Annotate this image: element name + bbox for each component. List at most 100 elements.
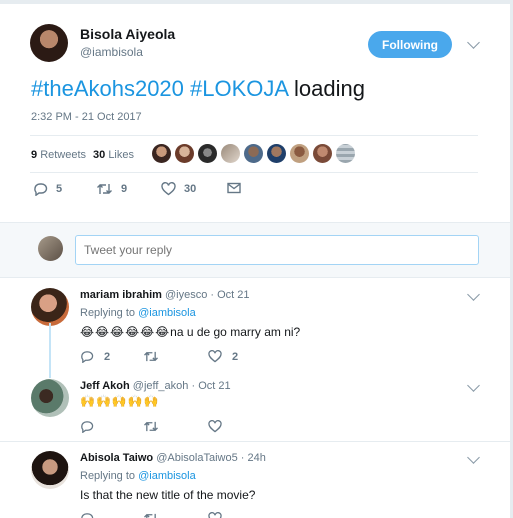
retweet-icon	[144, 513, 156, 518]
like-button[interactable]	[208, 420, 222, 433]
like-button[interactable]: 2	[208, 350, 238, 363]
retweet-button[interactable]	[143, 350, 159, 363]
chevron-down-icon[interactable]	[467, 451, 480, 464]
following-button[interactable]: Following	[368, 31, 452, 58]
reply-count: 5	[56, 183, 63, 195]
like-button[interactable]	[208, 512, 222, 518]
reply-count: 2	[104, 350, 111, 363]
replying-to-link[interactable]: @iambisola	[138, 307, 196, 319]
reply-author-handle[interactable]: @AbisolaTaiwo5	[156, 452, 238, 464]
reply-actions	[80, 512, 280, 518]
tweet-text: #theAkohs2020 #LOKOJA loading	[31, 76, 365, 102]
like-count: 2	[232, 350, 239, 363]
direct-message-button[interactable]	[227, 182, 241, 194]
avatar[interactable]	[290, 144, 309, 163]
likes-stat[interactable]: 30 Likes	[93, 149, 134, 161]
reply-author-name[interactable]: mariam ibrahim	[80, 289, 162, 301]
author-name[interactable]: Bisola Aiyeola	[80, 26, 175, 42]
like-count: 30	[184, 183, 197, 195]
reply-input[interactable]	[75, 235, 479, 265]
avatar[interactable]	[198, 144, 217, 163]
avatar[interactable]	[175, 144, 194, 163]
retweet-icon	[97, 184, 112, 194]
replying-to-prefix: Replying to	[80, 307, 136, 319]
reply-text-body: na u de go marry am ni?	[170, 325, 301, 339]
reply-button[interactable]	[80, 420, 94, 433]
hashtag-link[interactable]: #LOKOJA	[190, 76, 288, 101]
tweet-stats: 9 Retweets 30 Likes	[30, 135, 478, 173]
avatar[interactable]	[30, 24, 68, 62]
main-tweet: Bisola Aiyeola @iambisola Following #the…	[0, 0, 510, 223]
reply-button[interactable]	[80, 512, 94, 518]
like-button[interactable]: 30	[161, 182, 196, 196]
reply-text-body: Is that the new title of the movie?	[80, 488, 256, 502]
replying-to-link[interactable]: @iambisola	[138, 470, 196, 482]
likes-label: Likes	[108, 149, 134, 161]
replying-to-prefix: Replying to	[80, 470, 136, 482]
reply-actions: 2 2	[80, 350, 280, 366]
reply-header: mariam ibrahim @iyesco · Oct 21	[80, 289, 250, 301]
replying-to: Replying to @iambisola	[80, 470, 196, 482]
reply-date[interactable]: Oct 21	[217, 289, 249, 301]
envelope-icon	[227, 182, 241, 194]
reply-author-handle[interactable]: @iyesco	[165, 289, 207, 301]
retweets-label: Retweets	[40, 149, 87, 161]
retweet-icon	[144, 421, 158, 432]
reply-text: 🙌🙌🙌🙌🙌	[80, 394, 160, 408]
heart-icon	[208, 512, 222, 518]
chevron-down-icon[interactable]	[467, 379, 480, 392]
reply-header: Jeff Akoh @jeff_akoh · Oct 21	[80, 380, 231, 392]
reply-composer	[0, 223, 510, 278]
reply-icon	[81, 513, 94, 518]
retweet-button[interactable]	[143, 512, 159, 518]
retweet-button[interactable]	[143, 420, 159, 433]
reply-date[interactable]: Oct 21	[198, 380, 230, 392]
avatar[interactable]	[267, 144, 286, 163]
reply-author-name[interactable]: Abisola Taiwo	[80, 452, 153, 464]
heart-icon	[161, 182, 176, 196]
reply-tweet[interactable]: Jeff Akoh @jeff_akoh · Oct 21 🙌🙌🙌🙌🙌	[0, 370, 510, 442]
reply-text: Is that the new title of the movie?	[80, 488, 255, 502]
reply-icon	[81, 351, 94, 363]
tweet-actions: 5 9 30	[30, 182, 270, 200]
avatar[interactable]	[31, 451, 69, 489]
reply-emoji: 🙌🙌🙌🙌🙌	[80, 394, 160, 408]
reply-tweet[interactable]: Abisola Taiwo @AbisolaTaiwo5 · 24h Reply…	[0, 442, 510, 518]
author-handle[interactable]: @iambisola	[80, 45, 143, 59]
reply-header: Abisola Taiwo @AbisolaTaiwo5 · 24h	[80, 452, 266, 464]
timestamp[interactable]: 2:32 PM - 21 Oct 2017	[31, 111, 142, 123]
reply-author-name[interactable]: Jeff Akoh	[80, 380, 130, 392]
reply-author-handle[interactable]: @jeff_akoh	[133, 380, 189, 392]
reply-icon	[34, 183, 48, 196]
hashtag-link[interactable]: #theAkohs2020	[31, 76, 184, 101]
reply-actions	[80, 420, 280, 436]
reply-button[interactable]: 5	[33, 182, 62, 196]
chevron-down-icon[interactable]	[467, 288, 480, 301]
retweet-count: 9	[121, 183, 128, 195]
replying-to: Replying to @iambisola	[80, 307, 196, 319]
likes-count: 30	[93, 149, 106, 161]
avatar[interactable]	[152, 144, 171, 163]
avatar[interactable]	[31, 379, 69, 417]
avatar[interactable]	[336, 144, 355, 163]
likers-avatars	[152, 144, 355, 163]
retweet-button[interactable]: 9	[96, 182, 127, 196]
avatar[interactable]	[31, 288, 69, 326]
avatar	[38, 236, 63, 261]
chevron-down-icon[interactable]	[467, 36, 480, 49]
tweet-text-rest: loading	[294, 76, 365, 101]
reply-tweet[interactable]: mariam ibrahim @iyesco · Oct 21 Replying…	[0, 278, 510, 378]
avatar[interactable]	[221, 144, 240, 163]
retweet-icon	[144, 351, 158, 362]
reply-date[interactable]: 24h	[247, 452, 265, 464]
heart-icon	[208, 420, 222, 433]
reply-emoji: 😂😂😂😂😂😂	[80, 325, 171, 339]
reply-icon	[81, 421, 94, 433]
retweets-stat[interactable]: 9 Retweets	[31, 149, 86, 161]
reply-text: 😂😂😂😂😂😂na u de go marry am ni?	[80, 325, 300, 339]
avatar[interactable]	[313, 144, 332, 163]
heart-icon	[208, 350, 222, 363]
retweets-count: 9	[31, 149, 38, 161]
avatar[interactable]	[244, 144, 263, 163]
reply-button[interactable]: 2	[80, 350, 110, 363]
